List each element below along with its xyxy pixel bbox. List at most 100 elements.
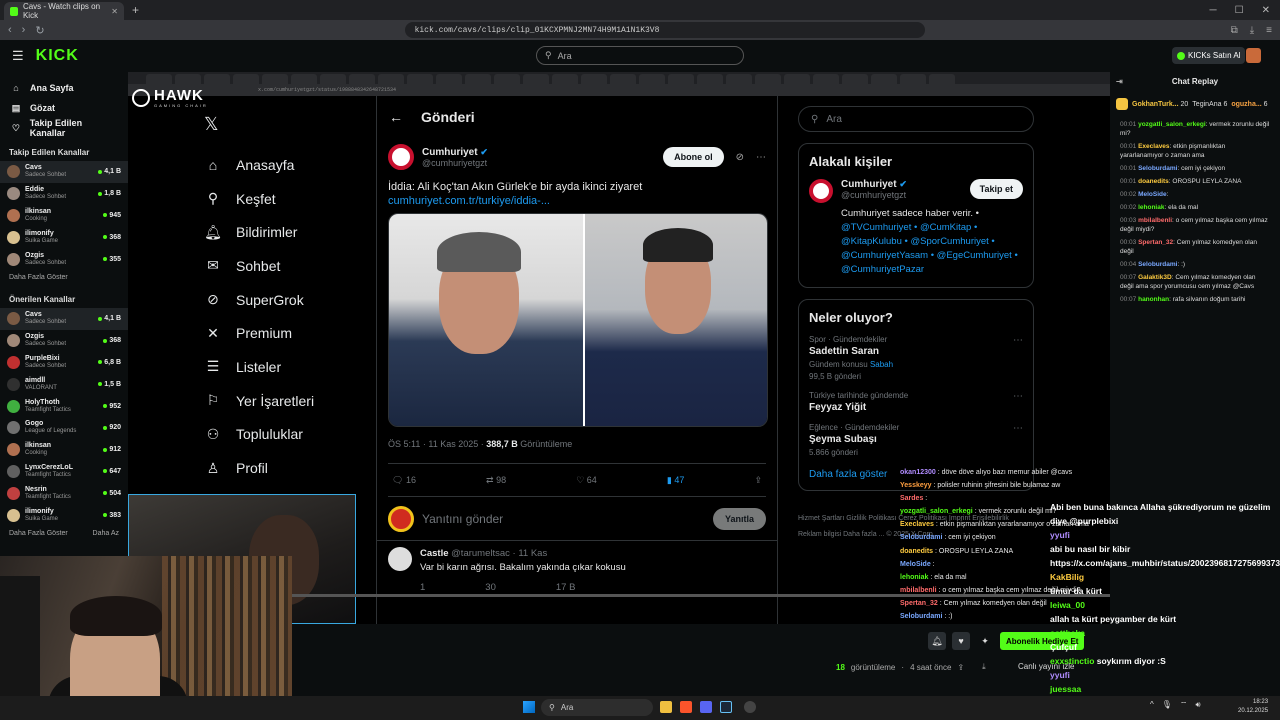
close-window-icon[interactable]: ✕	[1262, 5, 1270, 16]
chat-user[interactable]: yozgatli_salon_erkegi	[1138, 121, 1206, 128]
kick-logo[interactable]: KICK	[36, 47, 79, 65]
stream-browser-tab	[378, 74, 404, 84]
show-more-link[interactable]: Daha Fazla Göster	[9, 274, 68, 281]
search-placeholder: Ara	[557, 50, 572, 61]
mic-icon[interactable]: 🎙︎	[1162, 700, 1172, 710]
channel-item[interactable]: Cavs Sadece Sohbet 4,1 B	[0, 307, 128, 330]
discord-icon[interactable]	[700, 701, 712, 713]
gifter-3[interactable]: oguzha... 6	[1231, 101, 1267, 108]
address-bar[interactable]: kick.com/cavs/clips/clip_01KCXPMNJ2MN74H…	[404, 22, 925, 38]
channel-item[interactable]: PurpleBixi Sadece Sohbet 6,8 B	[0, 352, 128, 374]
chat-user[interactable]: lehoniak	[1138, 204, 1164, 211]
show-less-link[interactable]: Daha Az	[93, 530, 119, 537]
channel-item[interactable]: Nesrin Teamfight Tactics 504	[0, 482, 128, 504]
comment-actions: 1 30 17 B	[420, 581, 626, 595]
chat-user[interactable]: MeloSide	[1138, 191, 1167, 198]
reload-icon[interactable]: ↻	[35, 24, 44, 37]
share-icon[interactable]: ⇪	[957, 663, 964, 672]
x-nav-item: ⚐ Yer İşaretleri	[204, 384, 314, 418]
sidebar-item-home[interactable]: ⌂ Ana Sayfa	[0, 78, 128, 98]
clip-like-button[interactable]: ♥	[952, 632, 970, 650]
new-tab-icon[interactable]: +	[132, 3, 139, 17]
channel-item[interactable]: HolyThoth Teamfight Tactics 952	[0, 395, 128, 417]
steam-icon[interactable]	[720, 701, 732, 713]
followed-show-more[interactable]: Daha Fazla Göster	[0, 270, 128, 285]
chat-user[interactable]: Galaktik3D	[1138, 274, 1172, 281]
gifter-2[interactable]: TeginAna 6	[1192, 101, 1227, 108]
stream-browser-tab	[233, 74, 259, 84]
overlay-chat-line: KakBilig	[1050, 570, 1280, 584]
chat-user[interactable]: doanedits	[1138, 178, 1169, 185]
obs-icon[interactable]	[744, 701, 756, 713]
hamburger-icon[interactable]: ☰	[12, 48, 24, 64]
viewer-count: 1,8 B	[98, 190, 121, 197]
gifter-name: TeginAna	[1192, 100, 1222, 108]
gifter-count: 20	[1180, 100, 1189, 108]
gifter-1[interactable]: GokhanTurk... 20	[1132, 101, 1188, 108]
chat-user[interactable]: Execlaves	[1138, 143, 1169, 150]
user-avatar[interactable]	[1246, 48, 1261, 63]
post-views-label: Görüntüleme	[517, 439, 573, 449]
chat-user[interactable]: hanonhan	[1138, 296, 1169, 303]
minimize-icon[interactable]: ─	[1210, 5, 1217, 16]
bookmark-icon: ⚐	[206, 392, 220, 409]
channel-item[interactable]: Ozgis Sadece Sohbet 355	[0, 248, 128, 270]
stream-chat-user: okan12300	[900, 469, 936, 476]
chat-text: : rafa silvanın doğum tarihi	[1169, 296, 1246, 303]
maximize-icon[interactable]: ☐	[1235, 5, 1244, 16]
taskbar-clock[interactable]: 18:23 20.12.2025	[1238, 698, 1268, 716]
collapse-chat-icon[interactable]: ⇥	[1116, 77, 1123, 86]
video-progress-bar[interactable]	[292, 594, 1110, 597]
channel-item[interactable]: Cavs Sadece Sohbet 4,1 B	[0, 161, 128, 183]
channel-item[interactable]: Ozgis Sadece Sohbet 368	[0, 330, 128, 352]
sidebar-item-following[interactable]: ♡ Takip Edilen Kanallar	[0, 118, 128, 138]
clip-bell-button[interactable]: 🔔︎	[928, 632, 946, 650]
chat-user[interactable]: Spertan_32	[1138, 239, 1173, 246]
extensions-icon[interactable]: ⧉	[1231, 25, 1238, 36]
browser-tab[interactable]: Cavs - Watch clips on Kick ✕	[4, 2, 124, 20]
file-explorer-icon[interactable]	[660, 701, 672, 713]
chevron-up-icon[interactable]: ^	[1150, 700, 1154, 710]
comment-body: Castle @tarumeltsac · 11 Kas Var bi karı…	[420, 547, 626, 595]
chat-time: 00:01	[1120, 143, 1137, 150]
overlay-chat-user: yyufi	[1050, 670, 1070, 680]
channel-item[interactable]: LynxCerezLoL Teamfight Tactics 647	[0, 461, 128, 483]
channel-item[interactable]: aimdll VALORANT 1,5 B	[0, 373, 128, 395]
wifi-icon[interactable]: ⌔	[1180, 700, 1188, 710]
close-tab-icon[interactable]: ✕	[111, 7, 118, 16]
download-icon[interactable]: ⤓	[982, 662, 986, 672]
forward-icon[interactable]: ›	[22, 24, 26, 36]
chat-user[interactable]: Seloburdami	[1138, 261, 1177, 268]
channel-item[interactable]: ilimonify Suika Game 368	[0, 226, 128, 248]
avatar	[7, 508, 20, 522]
taskbar-search[interactable]: ⚲ Ara	[541, 699, 653, 716]
viewer-count-value: 647	[109, 467, 121, 475]
clip-more-button[interactable]: ✦	[976, 632, 994, 650]
channel-item[interactable]: Eddie Sadece Sohbet 1,8 B	[0, 183, 128, 205]
post-link: cumhuriyet.com.tr/turkiye/iddia-...	[388, 195, 550, 207]
download-icon[interactable]: ⤓	[1250, 25, 1254, 36]
back-icon[interactable]: ‹	[8, 24, 12, 36]
x-nav-label: Premium	[236, 325, 293, 342]
show-more-link[interactable]: Daha Fazla Göster	[9, 530, 68, 537]
channel-item[interactable]: ilimonify Suika Game 383	[0, 504, 128, 526]
brave-icon[interactable]	[680, 701, 692, 713]
search-input[interactable]: ⚲ Ara	[536, 46, 744, 65]
chat-user[interactable]: mbilalbenli	[1138, 217, 1172, 224]
volume-icon[interactable]: 🔊︎	[1195, 700, 1200, 710]
extensions-area: ⧉ ⤓ ≡	[1231, 25, 1272, 36]
menu-icon[interactable]: ≡	[1266, 25, 1272, 36]
viewer-count: 4,1 B	[98, 315, 121, 322]
overlay-chat-text: soykırım diyor :S	[1094, 656, 1166, 666]
overlay-chat-text: timur da kürt	[1050, 586, 1102, 596]
channel-item[interactable]: Gogo League of Legends 920	[0, 417, 128, 439]
channel-item[interactable]: ilkinsan Cooking 912	[0, 439, 128, 461]
heart-icon: ♡	[11, 122, 20, 133]
viewer-count: 912	[103, 446, 121, 453]
chat-text: : OROSPU LEYLA ZANA	[1168, 178, 1242, 185]
channel-item[interactable]: ilkinsan Cooking 945	[0, 205, 128, 227]
sidebar-item-browse[interactable]: ▤ Gözat	[0, 98, 128, 118]
windows-start-icon[interactable]	[523, 701, 535, 713]
buy-kicks-button[interactable]: KICKs Satın Al	[1172, 47, 1246, 64]
chat-user[interactable]: Seloburdami	[1138, 165, 1177, 172]
